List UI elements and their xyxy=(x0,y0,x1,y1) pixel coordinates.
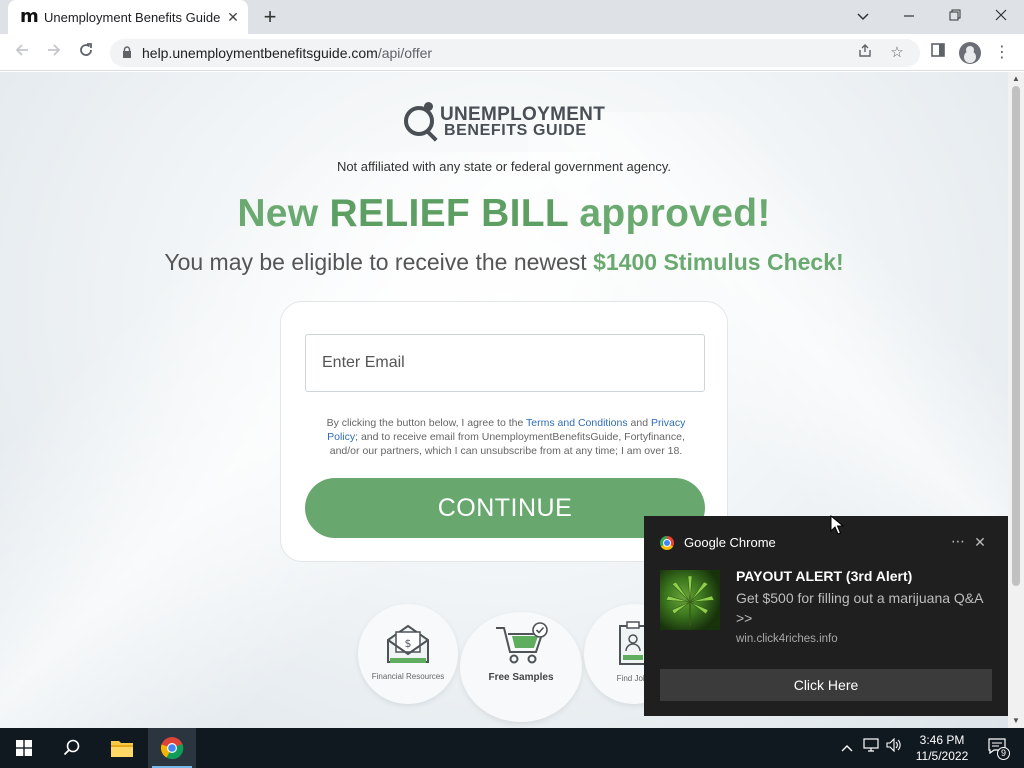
profile-avatar[interactable] xyxy=(959,42,981,64)
reload-button[interactable] xyxy=(73,40,99,66)
search-button[interactable] xyxy=(48,728,96,768)
restore-icon xyxy=(949,9,961,21)
headline-suffix: approved! xyxy=(568,192,771,235)
notification-title: PAYOUT ALERT (3rd Alert) xyxy=(736,568,913,584)
logo-person-icon xyxy=(424,102,433,111)
url-path: /api/offer xyxy=(377,45,433,61)
notification-body: Get $500 for filling out a marijuana Q&A… xyxy=(736,590,983,626)
arrow-right-icon xyxy=(48,44,61,56)
chrome-icon xyxy=(660,536,674,550)
chrome-notification-toast[interactable]: Google Chrome ⋯ ✕ PAYOUT ALERT (3rd Aler… xyxy=(644,516,1008,716)
notification-app-name: Google Chrome xyxy=(684,535,776,550)
close-icon xyxy=(995,9,1007,21)
search-icon xyxy=(63,739,80,756)
network-icon[interactable] xyxy=(862,738,880,758)
url-host: help.unemploymentbenefitsguide.com xyxy=(142,45,378,61)
scrollbar-thumb[interactable] xyxy=(1012,86,1020,586)
notification-count-badge: 9 xyxy=(997,747,1010,760)
consent-prefix: By clicking the button below, I agree to… xyxy=(326,417,527,429)
email-field[interactable] xyxy=(305,334,705,392)
feature-free-samples[interactable]: Free Samples xyxy=(460,612,582,722)
consent-suffix: ; and to receive email from Unemployment… xyxy=(329,431,685,457)
lock-icon[interactable] xyxy=(122,46,132,58)
tab-title: Unemployment Benefits Guide xyxy=(44,10,221,25)
volume-icon[interactable] xyxy=(885,737,903,758)
minimize-button[interactable] xyxy=(895,4,923,28)
shopping-cart-icon xyxy=(496,622,548,664)
close-tab-icon[interactable]: ✕ xyxy=(224,8,242,26)
show-hidden-icons-chevron-icon[interactable] xyxy=(838,738,856,758)
page-subheadline: You may be eligible to receive the newes… xyxy=(0,249,1008,276)
back-button[interactable] xyxy=(9,40,35,66)
taskbar-file-explorer[interactable] xyxy=(98,728,146,768)
notification-source: win.click4riches.info xyxy=(736,633,838,645)
windows-logo-icon xyxy=(16,740,32,756)
system-clock[interactable]: 3:46 PM 11/5/2022 xyxy=(910,732,974,764)
consent-and: and xyxy=(627,417,651,429)
start-button[interactable] xyxy=(0,728,48,768)
feature-financial-resources[interactable]: $ Financial Resources xyxy=(358,604,458,704)
side-panel-icon[interactable] xyxy=(927,42,949,64)
browser-toolbar: help.unemploymentbenefitsguide.com/api/o… xyxy=(0,34,1024,71)
tab-strip: m Unemployment Benefits Guide ✕ + xyxy=(0,0,1024,34)
chevron-down-icon xyxy=(857,13,869,21)
headline-prefix: New xyxy=(237,192,330,235)
headline-emphasis: RELIEF BILL xyxy=(329,192,569,235)
arrow-left-icon xyxy=(15,44,28,56)
scroll-down-icon[interactable]: ▼ xyxy=(1008,714,1024,728)
share-icon[interactable] xyxy=(855,43,875,63)
tab-search-button[interactable] xyxy=(849,4,877,28)
cannabis-leaf-image xyxy=(660,570,720,630)
address-bar[interactable]: help.unemploymentbenefitsguide.com/api/o… xyxy=(110,39,920,67)
clock-date: 11/5/2022 xyxy=(915,749,969,763)
scroll-up-icon[interactable]: ▲ xyxy=(1008,72,1024,86)
consent-text: By clicking the button below, I agree to… xyxy=(311,416,701,458)
subhead-text: You may be eligible to receive the newes… xyxy=(164,249,594,275)
restore-button[interactable] xyxy=(941,4,969,28)
more-options-icon[interactable]: ⋮ xyxy=(991,42,1013,64)
close-icon[interactable]: ✕ xyxy=(970,532,990,552)
site-logo[interactable]: UNEMPLOYMENT BENEFITS GUIDE xyxy=(404,102,614,142)
clock-time: 3:46 PM xyxy=(919,733,965,747)
bookmark-star-icon[interactable]: ☆ xyxy=(887,43,907,63)
action-center-button[interactable]: 9 xyxy=(984,738,1010,760)
new-tab-button[interactable]: + xyxy=(258,5,282,29)
mouse-cursor-icon xyxy=(830,515,844,535)
page-headline: New RELIEF BILL approved! xyxy=(0,192,1008,236)
feature-label: Free Samples xyxy=(488,672,554,683)
close-window-button[interactable] xyxy=(987,4,1015,28)
reload-icon xyxy=(80,43,92,56)
url-text[interactable]: help.unemploymentbenefitsguide.com/api/o… xyxy=(142,45,432,61)
taskbar-chrome[interactable] xyxy=(148,728,196,768)
forward-button[interactable] xyxy=(41,40,67,66)
svg-text:$: $ xyxy=(405,637,412,650)
tab-unemployment-benefits-guide[interactable]: m Unemployment Benefits Guide ✕ xyxy=(8,0,248,34)
page-scrollbar[interactable]: ▲ ▼ xyxy=(1008,72,1024,728)
tab-favicon-icon: m xyxy=(20,6,39,27)
terms-link[interactable]: Terms and Conditions xyxy=(526,417,628,429)
click-here-button[interactable]: Click Here xyxy=(660,669,992,701)
chrome-icon xyxy=(160,737,184,760)
affiliation-disclaimer: Not affiliated with any state or federal… xyxy=(336,159,672,174)
envelope-dollar-icon: $ xyxy=(387,624,429,663)
more-options-icon[interactable]: ⋯ xyxy=(948,532,968,552)
subhead-highlight: $1400 Stimulus Check! xyxy=(593,249,844,275)
minimize-icon xyxy=(904,15,914,17)
logo-text-line2: BENEFITS GUIDE xyxy=(444,122,587,139)
windows-taskbar: 3:46 PM 11/5/2022 9 xyxy=(0,728,1024,768)
feature-label: Financial Resources xyxy=(371,672,445,681)
folder-icon xyxy=(111,741,133,757)
